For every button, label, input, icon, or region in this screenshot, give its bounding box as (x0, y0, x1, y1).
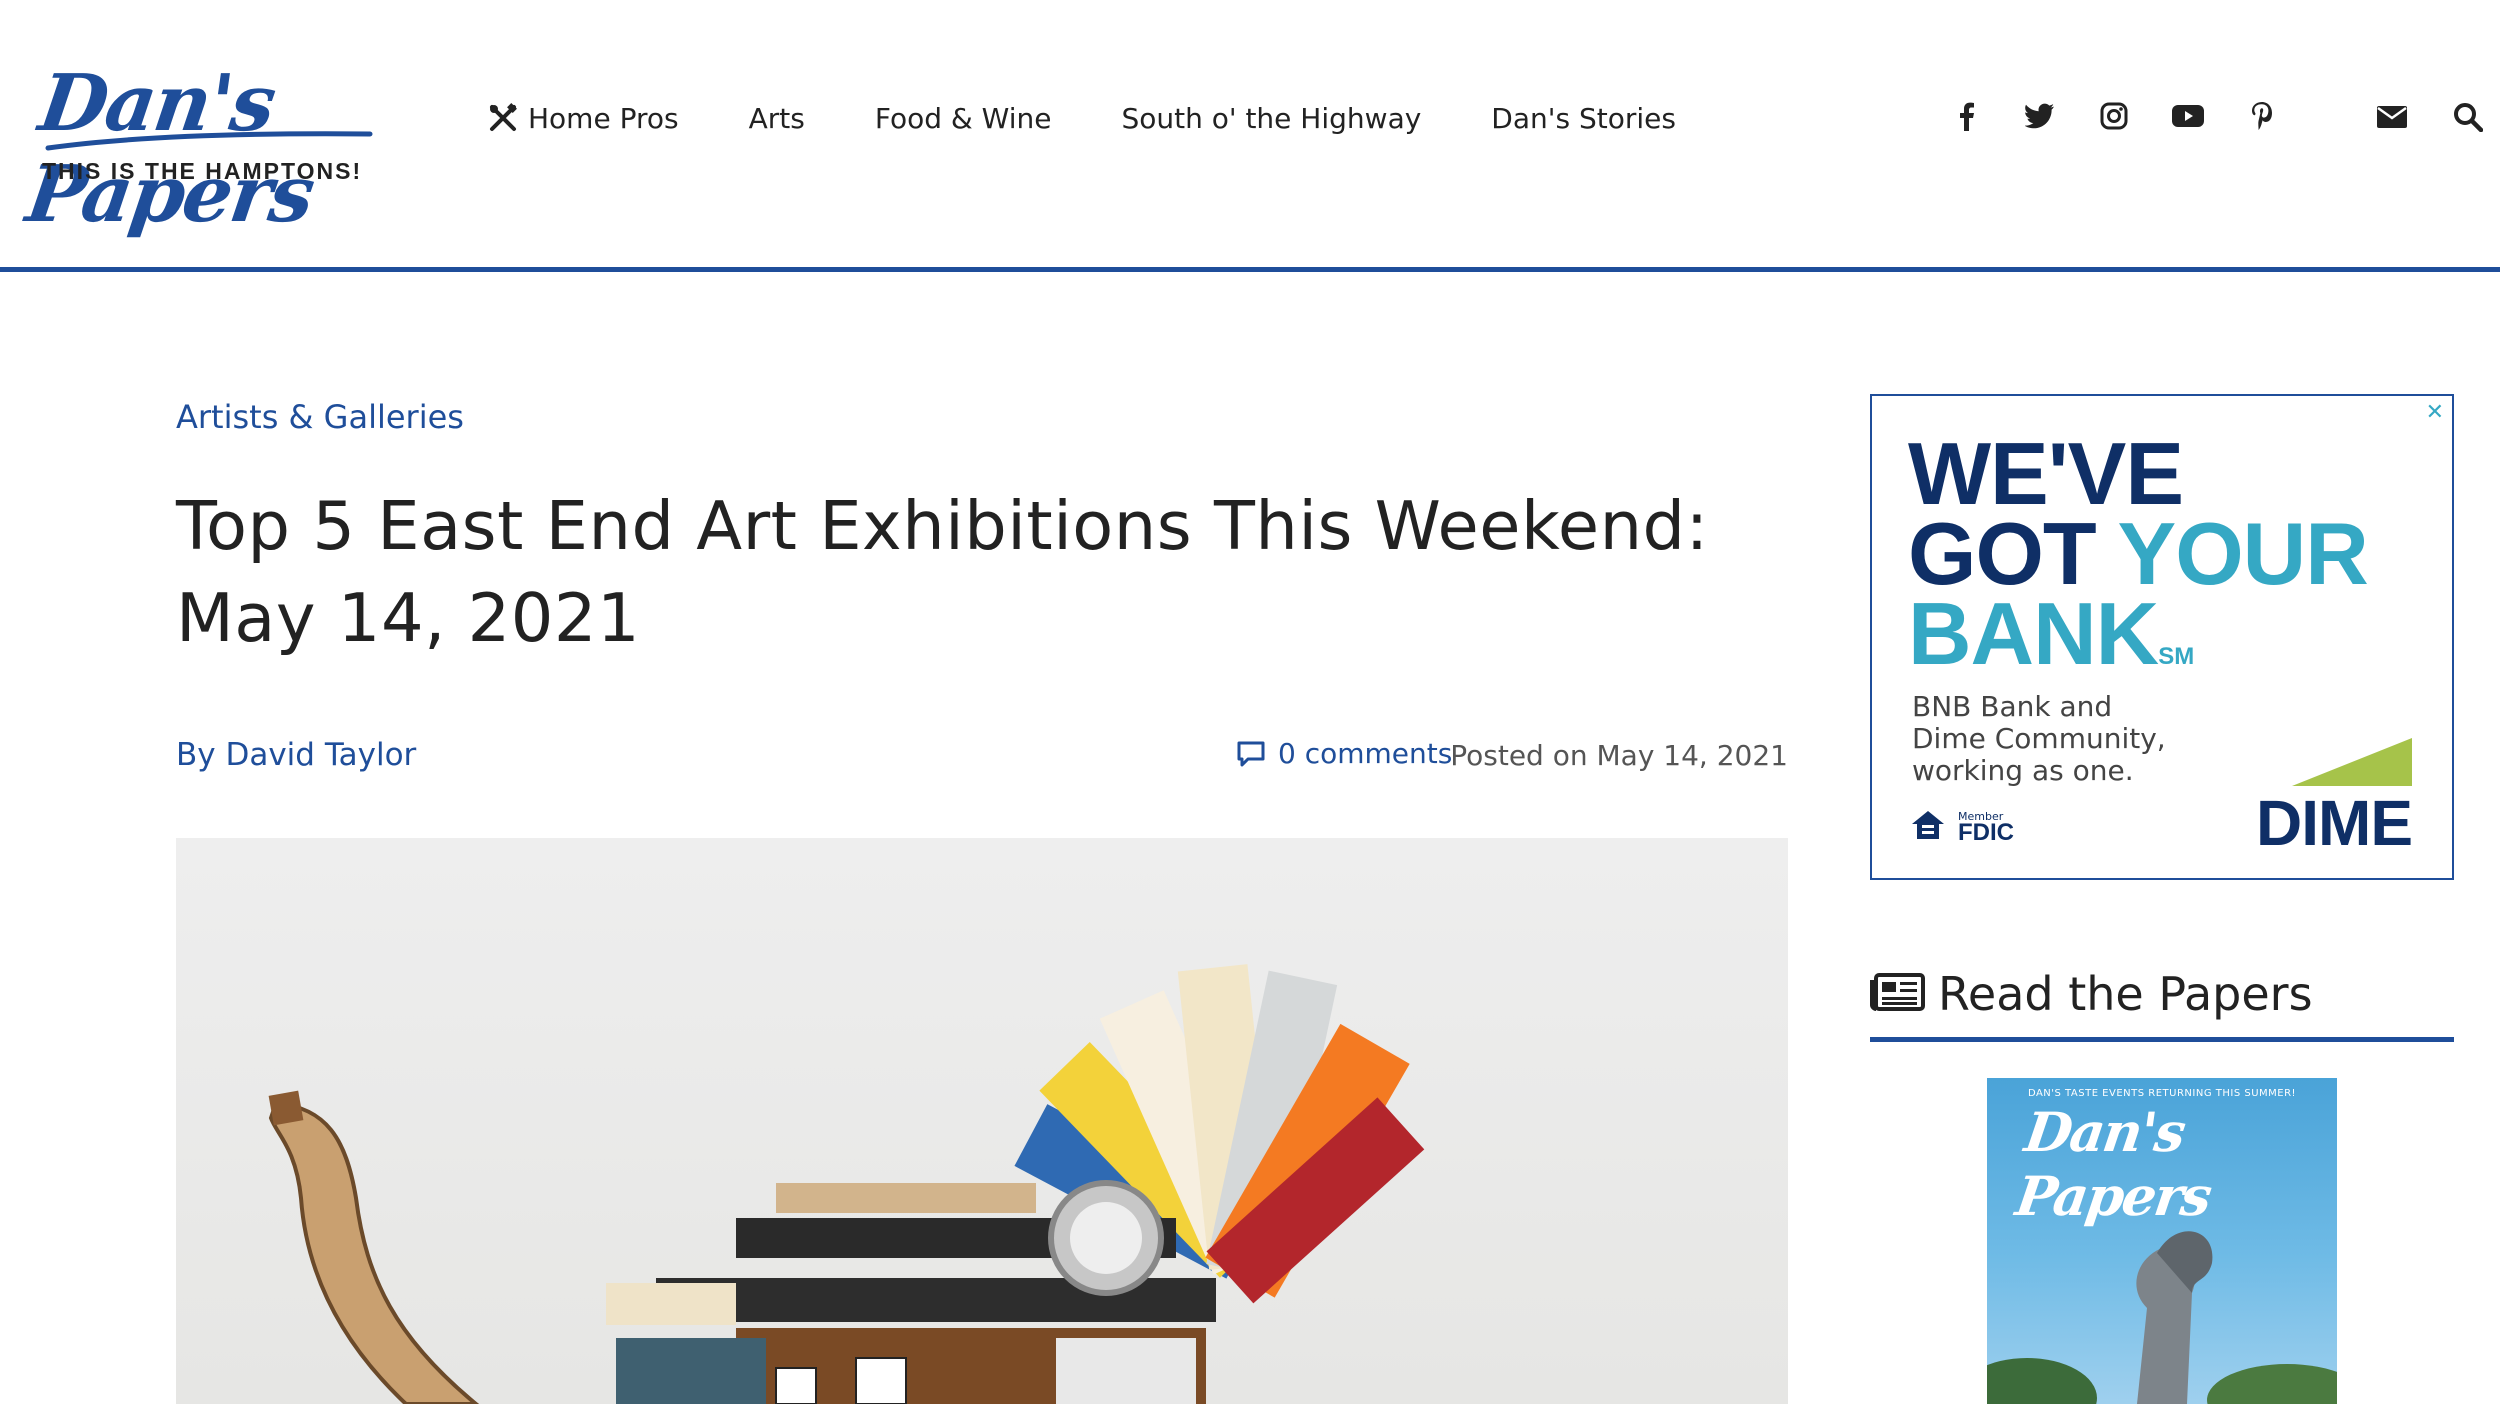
cover-sculpture (1987, 1231, 2337, 1404)
social-links (1950, 100, 2278, 132)
read-the-papers-header: Read the Papers (1870, 964, 2454, 1042)
artwork-illustration (268, 964, 1425, 1404)
site-header: Dan's Papers THIS IS THE HAMPTONS! Home … (0, 0, 2500, 272)
tools-icon (490, 103, 517, 131)
hero-image (176, 838, 1788, 1404)
category-link[interactable]: Artists & Galleries (176, 398, 464, 436)
twitter-icon[interactable] (2024, 100, 2056, 132)
read-the-papers-title: Read the Papers (1938, 967, 2313, 1021)
ad-headline-line1: WE'VE (1908, 424, 2184, 523)
nav-item-label: South o' the Highway (1121, 101, 1422, 135)
nav-item-dans-stories[interactable]: Dan's Stories (1491, 102, 1676, 135)
logo-swash (45, 131, 373, 151)
ad-close-icon[interactable]: ✕ (2426, 400, 2444, 425)
author-link[interactable]: By David Taylor (176, 737, 416, 773)
ad-logo-wedge (2292, 738, 2412, 786)
ad-headline-line2: GOT YOUR (1908, 510, 2369, 598)
ad-brand: DIME (2256, 787, 2413, 859)
comments-count: 0 comments (1278, 737, 1453, 770)
comments-link[interactable]: 0 comments (1236, 737, 1452, 770)
utility-links (2375, 100, 2485, 134)
nav-item-south-highway[interactable]: South o' the Highway (1121, 102, 1421, 135)
nav-item-label: Food & Wine (874, 101, 1052, 135)
ad-fdic: Member FDIC (1910, 808, 2014, 846)
facebook-icon[interactable] (1950, 100, 1982, 132)
newspaper-icon (1870, 973, 1925, 1011)
nav-item-label: Home Pros (528, 101, 679, 135)
ad-headline-line3: BANKSM (1908, 590, 2195, 697)
bank-ad[interactable]: ✕ WE'VE GOT YOUR BANKSM BNB Bank and Dim… (1870, 394, 2454, 880)
search-icon[interactable] (2451, 100, 2485, 134)
instagram-icon[interactable] (2098, 100, 2130, 132)
comment-icon (1237, 741, 1265, 766)
nav-item-home-pros[interactable]: Home Pros (488, 102, 679, 135)
article-meta: By David Taylor 0 comments Posted on May… (176, 737, 1788, 781)
logo-tagline: THIS IS THE HAMPTONS! (42, 158, 363, 184)
magazine-cover[interactable]: DAN'S TASTE EVENTS RETURNING THIS SUMMER… (1987, 1078, 2337, 1404)
posted-date: Posted on May 14, 2021 (1450, 739, 1788, 772)
nav-item-label: Arts (748, 101, 805, 135)
nav-item-label: Dan's Stories (1491, 101, 1676, 135)
youtube-icon[interactable] (2172, 100, 2204, 132)
equal-housing-icon (1912, 811, 1944, 839)
nav-item-arts[interactable]: Arts (749, 102, 805, 135)
site-logo[interactable]: Dan's Papers THIS IS THE HAMPTONS! (21, 58, 384, 240)
envelope-icon[interactable] (2375, 100, 2409, 134)
ad-fdic-label: FDIC (1958, 819, 2014, 846)
ad-fdic-block: Member FDIC (1958, 809, 2014, 846)
main-nav: Home Pros Arts Food & Wine South o' the … (488, 98, 1676, 138)
ad-headline-bank: BANK (1908, 584, 2159, 683)
pinterest-icon[interactable] (2246, 100, 2278, 132)
nav-item-food-wine[interactable]: Food & Wine (875, 102, 1052, 135)
article-title: Top 5 East End Art Exhibitions This Week… (176, 487, 1709, 657)
ad-service-mark: SM (2158, 643, 2195, 670)
ad-subtext: BNB Bank and Dime Community, working as … (1912, 690, 2166, 787)
